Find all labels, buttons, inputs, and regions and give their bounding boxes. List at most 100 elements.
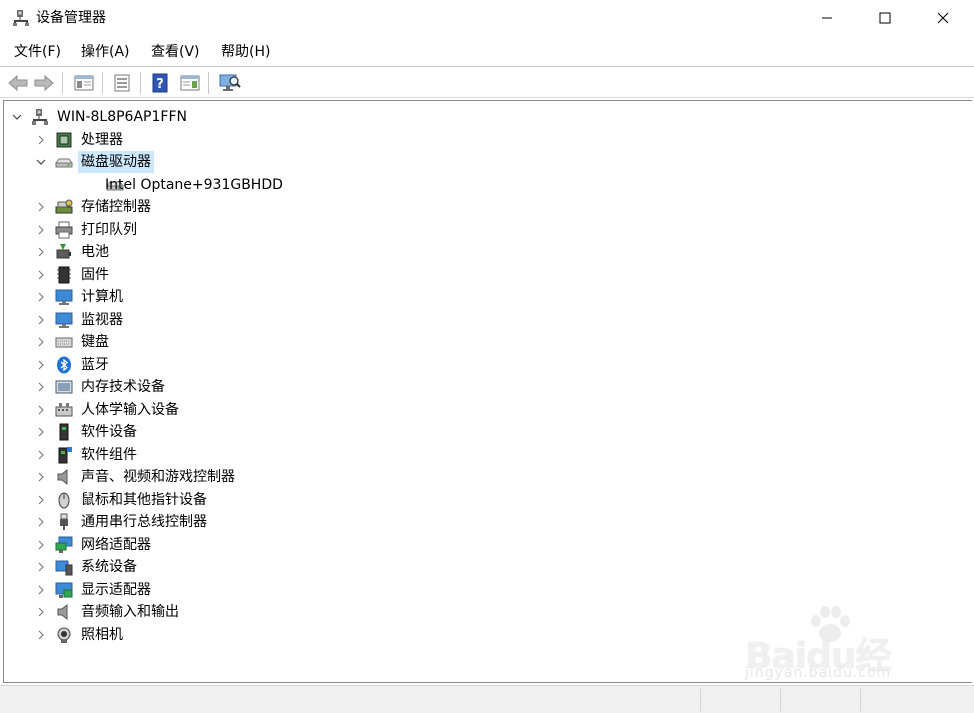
expand-icon[interactable]	[33, 447, 49, 463]
tree-category-row[interactable]: 网络适配器	[4, 534, 304, 556]
category-label: 固件	[81, 267, 109, 283]
category-label: 处理器	[81, 132, 123, 148]
expand-icon[interactable]	[33, 537, 49, 553]
expand-icon[interactable]	[33, 402, 49, 418]
tree-category-row[interactable]: 监视器	[4, 309, 304, 331]
tree-category-row[interactable]: 固件	[4, 264, 304, 286]
tree-category-row[interactable]: 电池	[4, 241, 304, 263]
minimize-button[interactable]	[798, 0, 856, 36]
tree-category-row[interactable]: 声音、视频和游戏控制器	[4, 466, 344, 488]
close-button[interactable]	[914, 0, 972, 36]
tree-category-row[interactable]: 照相机	[4, 624, 304, 646]
tree-category-row[interactable]: 人体学输入设备	[4, 399, 304, 421]
expand-icon[interactable]	[33, 627, 49, 643]
expand-icon[interactable]	[33, 132, 49, 148]
tree-category-row[interactable]: 通用串行总线控制器	[4, 511, 344, 533]
storage-controller-icon	[55, 199, 73, 214]
tree-device-row[interactable]: Intel Optane+931GBHDD	[4, 174, 324, 196]
tree-category-row[interactable]: 计算机	[4, 286, 304, 308]
tree-category-row[interactable]: 存储控制器	[4, 196, 304, 218]
menu-action[interactable]: 操作(A)	[77, 38, 134, 66]
tree-category-row[interactable]: 打印队列	[4, 219, 304, 241]
camera-icon	[57, 627, 71, 643]
tree-category-row[interactable]: 键盘	[4, 331, 304, 353]
forward-button[interactable]	[32, 71, 56, 95]
firmware-chip-icon	[57, 266, 71, 284]
title-bar: 设备管理器	[0, 0, 974, 38]
expand-icon[interactable]	[33, 357, 49, 373]
tree-category-row[interactable]: 磁盘驱动器	[4, 151, 304, 173]
menu-view[interactable]: 查看(V)	[147, 38, 204, 66]
help-button[interactable]: ?	[148, 71, 172, 95]
maximize-icon	[879, 12, 891, 24]
collapse-icon[interactable]	[9, 109, 25, 125]
category-label: 软件组件	[81, 447, 137, 463]
show-hide-tree-button[interactable]	[72, 71, 96, 95]
computer-network-icon	[32, 109, 48, 125]
expand-icon[interactable]	[33, 334, 49, 350]
scan-hardware-button[interactable]	[218, 71, 242, 95]
category-label: 鼠标和其他指针设备	[81, 492, 207, 508]
collapse-icon[interactable]	[33, 154, 49, 170]
maximize-button[interactable]	[856, 0, 914, 36]
display-adapter-icon	[55, 582, 73, 598]
expand-icon[interactable]	[33, 492, 49, 508]
category-label: 照相机	[81, 627, 123, 643]
menu-help[interactable]: 帮助(H)	[217, 38, 274, 66]
expand-icon[interactable]	[33, 582, 49, 598]
category-label: 监视器	[81, 312, 123, 328]
keyboard-icon	[55, 337, 73, 348]
tree-category-row[interactable]: 内存技术设备	[4, 376, 304, 398]
processor-icon	[56, 132, 72, 148]
tree-category-row[interactable]: 软件组件	[4, 444, 304, 466]
expand-icon[interactable]	[33, 244, 49, 260]
properties-button[interactable]	[110, 71, 134, 95]
tree-category-row[interactable]: 音频输入和输出	[4, 601, 304, 623]
tree-category-row[interactable]: 显示适配器	[4, 579, 304, 601]
expand-icon[interactable]	[33, 514, 49, 530]
status-bar	[0, 685, 974, 713]
usb-icon	[60, 513, 68, 530]
category-label: 通用串行总线控制器	[81, 514, 207, 530]
category-label: 磁盘驱动器	[78, 151, 154, 173]
show-hide-console-tree-icon	[74, 75, 94, 91]
tree-category-row[interactable]: 软件设备	[4, 421, 304, 443]
tree-category-row[interactable]: 处理器	[4, 129, 304, 151]
tree-category-row[interactable]: 鼠标和其他指针设备	[4, 489, 344, 511]
category-label: 音频输入和输出	[81, 604, 179, 620]
expand-icon[interactable]	[33, 267, 49, 283]
category-label: 系统设备	[81, 559, 137, 575]
category-label: 人体学输入设备	[81, 402, 179, 418]
expand-icon[interactable]	[33, 222, 49, 238]
expand-icon[interactable]	[33, 469, 49, 485]
expand-icon[interactable]	[33, 424, 49, 440]
back-button[interactable]	[6, 71, 30, 95]
tree-category-row[interactable]: 系统设备	[4, 556, 304, 578]
category-label: 电池	[81, 244, 109, 260]
status-pane	[700, 689, 780, 711]
close-icon	[937, 12, 949, 24]
device-tree[interactable]: WIN-8L8P6AP1FFN 处理器 磁盘驱动器 Intel Optane+9…	[3, 100, 972, 683]
category-label: 软件设备	[81, 424, 137, 440]
help-icon: ?	[152, 73, 168, 93]
tree-root-label: WIN-8L8P6AP1FFN	[57, 109, 187, 125]
toolbar-separator	[102, 72, 103, 94]
tree-root-row[interactable]: WIN-8L8P6AP1FFN	[4, 106, 304, 128]
action-pane-button[interactable]	[178, 71, 202, 95]
category-label: 显示适配器	[81, 582, 151, 598]
action-pane-icon	[180, 75, 200, 91]
expand-icon[interactable]	[33, 604, 49, 620]
toolbar-separator	[208, 72, 209, 94]
expand-icon[interactable]	[33, 289, 49, 305]
toolbar-separator	[140, 72, 141, 94]
tree-category-row[interactable]: 蓝牙	[4, 354, 304, 376]
expand-icon[interactable]	[33, 199, 49, 215]
expand-icon[interactable]	[33, 312, 49, 328]
expand-icon[interactable]	[33, 379, 49, 395]
category-label: 计算机	[81, 289, 123, 305]
battery-icon	[56, 244, 71, 259]
toolbar: ?	[0, 66, 974, 98]
minimize-icon	[822, 17, 832, 19]
menu-file[interactable]: 文件(F)	[10, 38, 65, 66]
expand-icon[interactable]	[33, 559, 49, 575]
